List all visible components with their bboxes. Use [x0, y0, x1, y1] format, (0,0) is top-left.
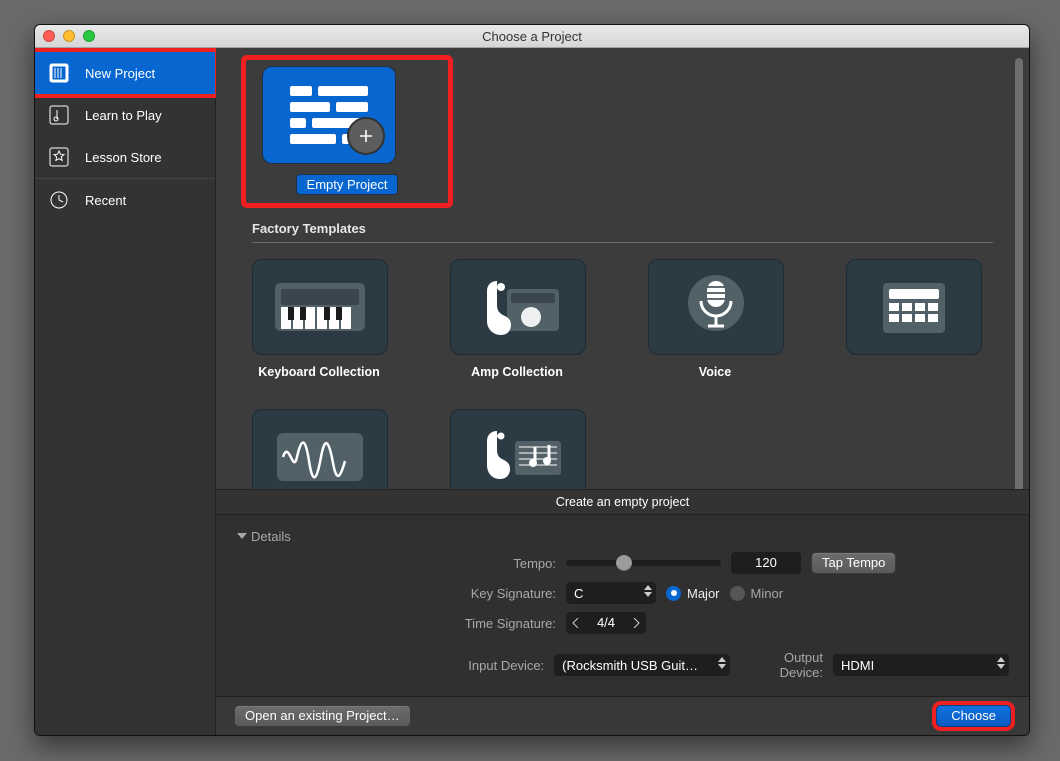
new-project-icon	[47, 61, 71, 85]
lesson-store-icon	[47, 145, 71, 169]
key-mode-minor[interactable]: Minor	[730, 586, 784, 601]
minimize-window-button[interactable]	[63, 30, 75, 42]
plus-icon	[347, 117, 385, 155]
time-signature-stepper[interactable]: 4/4	[566, 612, 646, 634]
details-panel: Details Tempo: 120 Tap Tempo Key Signatu…	[216, 514, 1029, 696]
sidebar-item-label: Learn to Play	[85, 108, 162, 123]
template-label: Voice	[648, 365, 782, 379]
template-label: Keyboard Collection	[252, 365, 386, 379]
template-label: Empty Project	[296, 174, 399, 195]
template-keyboard-collection[interactable]: Keyboard Collection	[252, 259, 386, 379]
vertical-scrollbar[interactable]	[1015, 58, 1023, 489]
sidebar-item-label: New Project	[85, 66, 155, 81]
time-signature-label: Time Signature:	[236, 616, 556, 631]
template-voice[interactable]: Voice	[648, 259, 782, 379]
open-existing-project-button[interactable]: Open an existing Project…	[234, 705, 411, 727]
chevron-left-icon	[566, 612, 586, 634]
template-description: Create an empty project	[216, 489, 1029, 514]
radio-off-icon	[730, 586, 745, 601]
choose-button[interactable]: Choose	[936, 705, 1011, 727]
close-window-button[interactable]	[43, 30, 55, 42]
section-factory-templates: Factory Templates	[252, 203, 993, 243]
template-label: Amp Collection	[450, 365, 584, 379]
details-label: Details	[251, 529, 291, 544]
sidebar-item-label: Lesson Store	[85, 150, 162, 165]
window-controls	[43, 25, 95, 47]
input-device-label: Input Device:	[236, 658, 544, 673]
titlebar: Choose a Project	[35, 25, 1029, 48]
sidebar-item-label: Recent	[85, 193, 126, 208]
tempo-slider[interactable]	[566, 560, 721, 566]
learn-to-play-icon	[47, 103, 71, 127]
sidebar-item-recent[interactable]: Recent	[35, 179, 215, 221]
tempo-label: Tempo:	[236, 556, 556, 571]
output-device-label: Output Device:	[740, 650, 823, 680]
key-signature-select[interactable]: C	[566, 582, 656, 604]
sidebar-item-lesson-store[interactable]: Lesson Store	[35, 136, 215, 178]
radio-on-icon	[666, 586, 681, 601]
input-device-select[interactable]: (Rocksmith USB Guit…	[554, 654, 730, 676]
stepper-icon	[718, 657, 726, 669]
window-title: Choose a Project	[482, 29, 582, 44]
key-signature-label: Key Signature:	[236, 586, 556, 601]
template-empty-project[interactable]: Empty Project	[246, 60, 448, 203]
empty-project-tile	[262, 66, 396, 164]
chevron-right-icon	[626, 612, 646, 634]
template-waveform[interactable]: .	[252, 409, 386, 489]
sidebar: New Project Learn to Play Lesson Store	[35, 48, 216, 735]
tempo-value[interactable]: 120	[731, 552, 801, 574]
template-drum-machine[interactable]: .	[846, 259, 980, 379]
stepper-icon	[997, 657, 1005, 669]
template-amp-collection[interactable]: Amp Collection	[450, 259, 584, 379]
output-device-select[interactable]: HDMI	[833, 654, 1009, 676]
disclosure-triangle-icon	[236, 531, 247, 542]
project-chooser-window: Choose a Project New Project Learn to Pl…	[34, 24, 1030, 736]
template-songwriter[interactable]: .	[450, 409, 584, 489]
recent-icon	[47, 188, 71, 212]
bottom-bar: Open an existing Project… Choose	[216, 696, 1029, 735]
tap-tempo-button[interactable]: Tap Tempo	[811, 552, 896, 574]
zoom-window-button[interactable]	[83, 30, 95, 42]
sidebar-item-learn-to-play[interactable]: Learn to Play	[35, 94, 215, 136]
details-disclosure[interactable]: Details	[236, 529, 1009, 544]
stepper-icon	[644, 585, 652, 597]
sidebar-item-new-project[interactable]: New Project	[35, 52, 215, 94]
key-mode-major[interactable]: Major	[666, 586, 720, 601]
content-area: Empty Project Factory Templates	[216, 48, 1029, 735]
